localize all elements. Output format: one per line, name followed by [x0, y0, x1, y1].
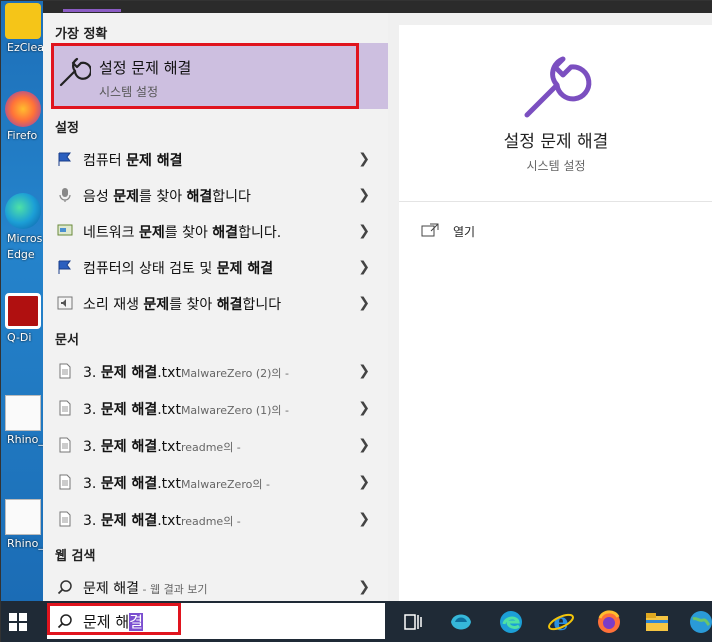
edge-icon[interactable] — [497, 608, 525, 636]
document-icon — [5, 499, 41, 535]
app-icon[interactable] — [447, 608, 475, 636]
detail-pane: 설정 문제 해결 시스템 설정 열기 — [399, 25, 712, 601]
divider — [399, 201, 712, 202]
section-header-documents: 문서 — [55, 333, 79, 348]
annotation-box-search — [47, 603, 181, 635]
internet-explorer-icon[interactable]: e — [547, 608, 575, 636]
speaker-icon — [57, 296, 73, 310]
flag-icon — [58, 260, 71, 274]
chevron-right-icon[interactable]: ❯ — [358, 400, 370, 416]
section-header-settings: 설정 — [55, 121, 79, 136]
document-item[interactable]: 3. 문제 해결.txtMalwareZero (1)의 - ❯ — [43, 390, 388, 426]
chevron-right-icon[interactable]: ❯ — [358, 295, 370, 311]
desktop-icon-rhino-1[interactable]: Rhino_7 — [1, 395, 51, 446]
desktop-icon-firefox[interactable]: Firefo — [1, 91, 45, 142]
desktop-icon-qdir[interactable]: Q-Di — [1, 293, 45, 344]
section-header-web-search: 웹 검색 — [55, 549, 96, 564]
settings-item-status-review[interactable]: 컴퓨터의 상태 검토 및 문제 해결 ❯ — [43, 249, 388, 285]
chevron-right-icon[interactable]: ❯ — [358, 579, 370, 595]
open-icon — [421, 223, 439, 237]
microphone-icon — [59, 188, 71, 202]
firefox-icon — [5, 91, 41, 127]
active-tab-indicator — [63, 9, 121, 12]
document-item[interactable]: 3. 문제 해결.txtMalwareZero의 - ❯ — [43, 464, 388, 500]
document-item[interactable]: 3. 문제 해결.txtMalwareZero (2)의 - ❯ — [43, 353, 388, 389]
document-item[interactable]: 3. 문제 해결.txtreadme의 - ❯ — [43, 427, 388, 463]
search-results-list: 가장 정확 설정 문제 해결 시스템 설정 설정 컴퓨터 문제 해결 ❯ 음성 … — [43, 13, 388, 601]
document-icon — [5, 395, 41, 431]
text-file-icon — [59, 437, 71, 453]
settings-item-voice-troubleshoot[interactable]: 음성 문제를 찾아 해결합니다 ❯ — [43, 177, 388, 213]
section-header-best-match: 가장 정확 — [55, 27, 108, 42]
flag-icon — [58, 152, 71, 166]
chevron-right-icon[interactable]: ❯ — [358, 474, 370, 490]
chevron-right-icon[interactable]: ❯ — [358, 259, 370, 275]
chevron-right-icon[interactable]: ❯ — [358, 151, 370, 167]
settings-item-network-troubleshoot[interactable]: 네트워크 문제를 찾아 해결합니다. ❯ — [43, 213, 388, 249]
chevron-right-icon[interactable]: ❯ — [358, 187, 370, 203]
chevron-right-icon[interactable]: ❯ — [358, 363, 370, 379]
panel-top-bar — [43, 1, 712, 13]
detail-subtitle: 시스템 설정 — [526, 159, 586, 173]
desktop-icon-rhino-2[interactable]: Rhino_7 — [1, 499, 51, 550]
desktop-icon-edge[interactable]: Micros Edge — [1, 193, 45, 263]
desktop-icon-ezcleaner[interactable]: EzClea — [1, 3, 45, 54]
annotation-box-best-match — [51, 43, 359, 109]
open-label: 열기 — [453, 225, 476, 239]
file-explorer-icon[interactable] — [643, 608, 671, 636]
chevron-right-icon[interactable]: ❯ — [358, 511, 370, 527]
text-file-icon — [59, 400, 71, 416]
task-view-icon[interactable] — [399, 608, 427, 636]
taskbar: 문제 해결 e — [1, 601, 712, 642]
chevron-right-icon[interactable]: ❯ — [358, 437, 370, 453]
search-icon — [57, 580, 72, 595]
firefox-icon[interactable] — [595, 608, 623, 636]
text-file-icon — [59, 511, 71, 527]
settings-item-audio-troubleshoot[interactable]: 소리 재생 문제를 찾아 해결합니다 ❯ — [43, 285, 388, 321]
svg-text:e: e — [553, 608, 568, 636]
qdir-icon — [5, 293, 41, 329]
network-icon — [57, 224, 73, 236]
text-file-icon — [59, 474, 71, 490]
web-search-item[interactable]: 문제 해결 - 웹 결과 보기 ❯ — [43, 569, 388, 605]
settings-item-computer-troubleshoot[interactable]: 컴퓨터 문제 해결 ❯ — [43, 141, 388, 177]
ezcleaner-icon — [5, 3, 41, 39]
detail-title: 설정 문제 해결 — [503, 132, 609, 152]
edge-icon — [5, 193, 41, 229]
search-panel: 가장 정확 설정 문제 해결 시스템 설정 설정 컴퓨터 문제 해결 ❯ 음성 … — [43, 1, 712, 601]
wrench-icon — [524, 56, 592, 118]
globe-icon[interactable] — [687, 608, 712, 636]
chevron-right-icon[interactable]: ❯ — [358, 223, 370, 239]
document-item[interactable]: 3. 문제 해결.txtreadme의 - ❯ — [43, 501, 388, 537]
windows-start-icon[interactable] — [9, 613, 27, 631]
text-file-icon — [59, 363, 71, 379]
